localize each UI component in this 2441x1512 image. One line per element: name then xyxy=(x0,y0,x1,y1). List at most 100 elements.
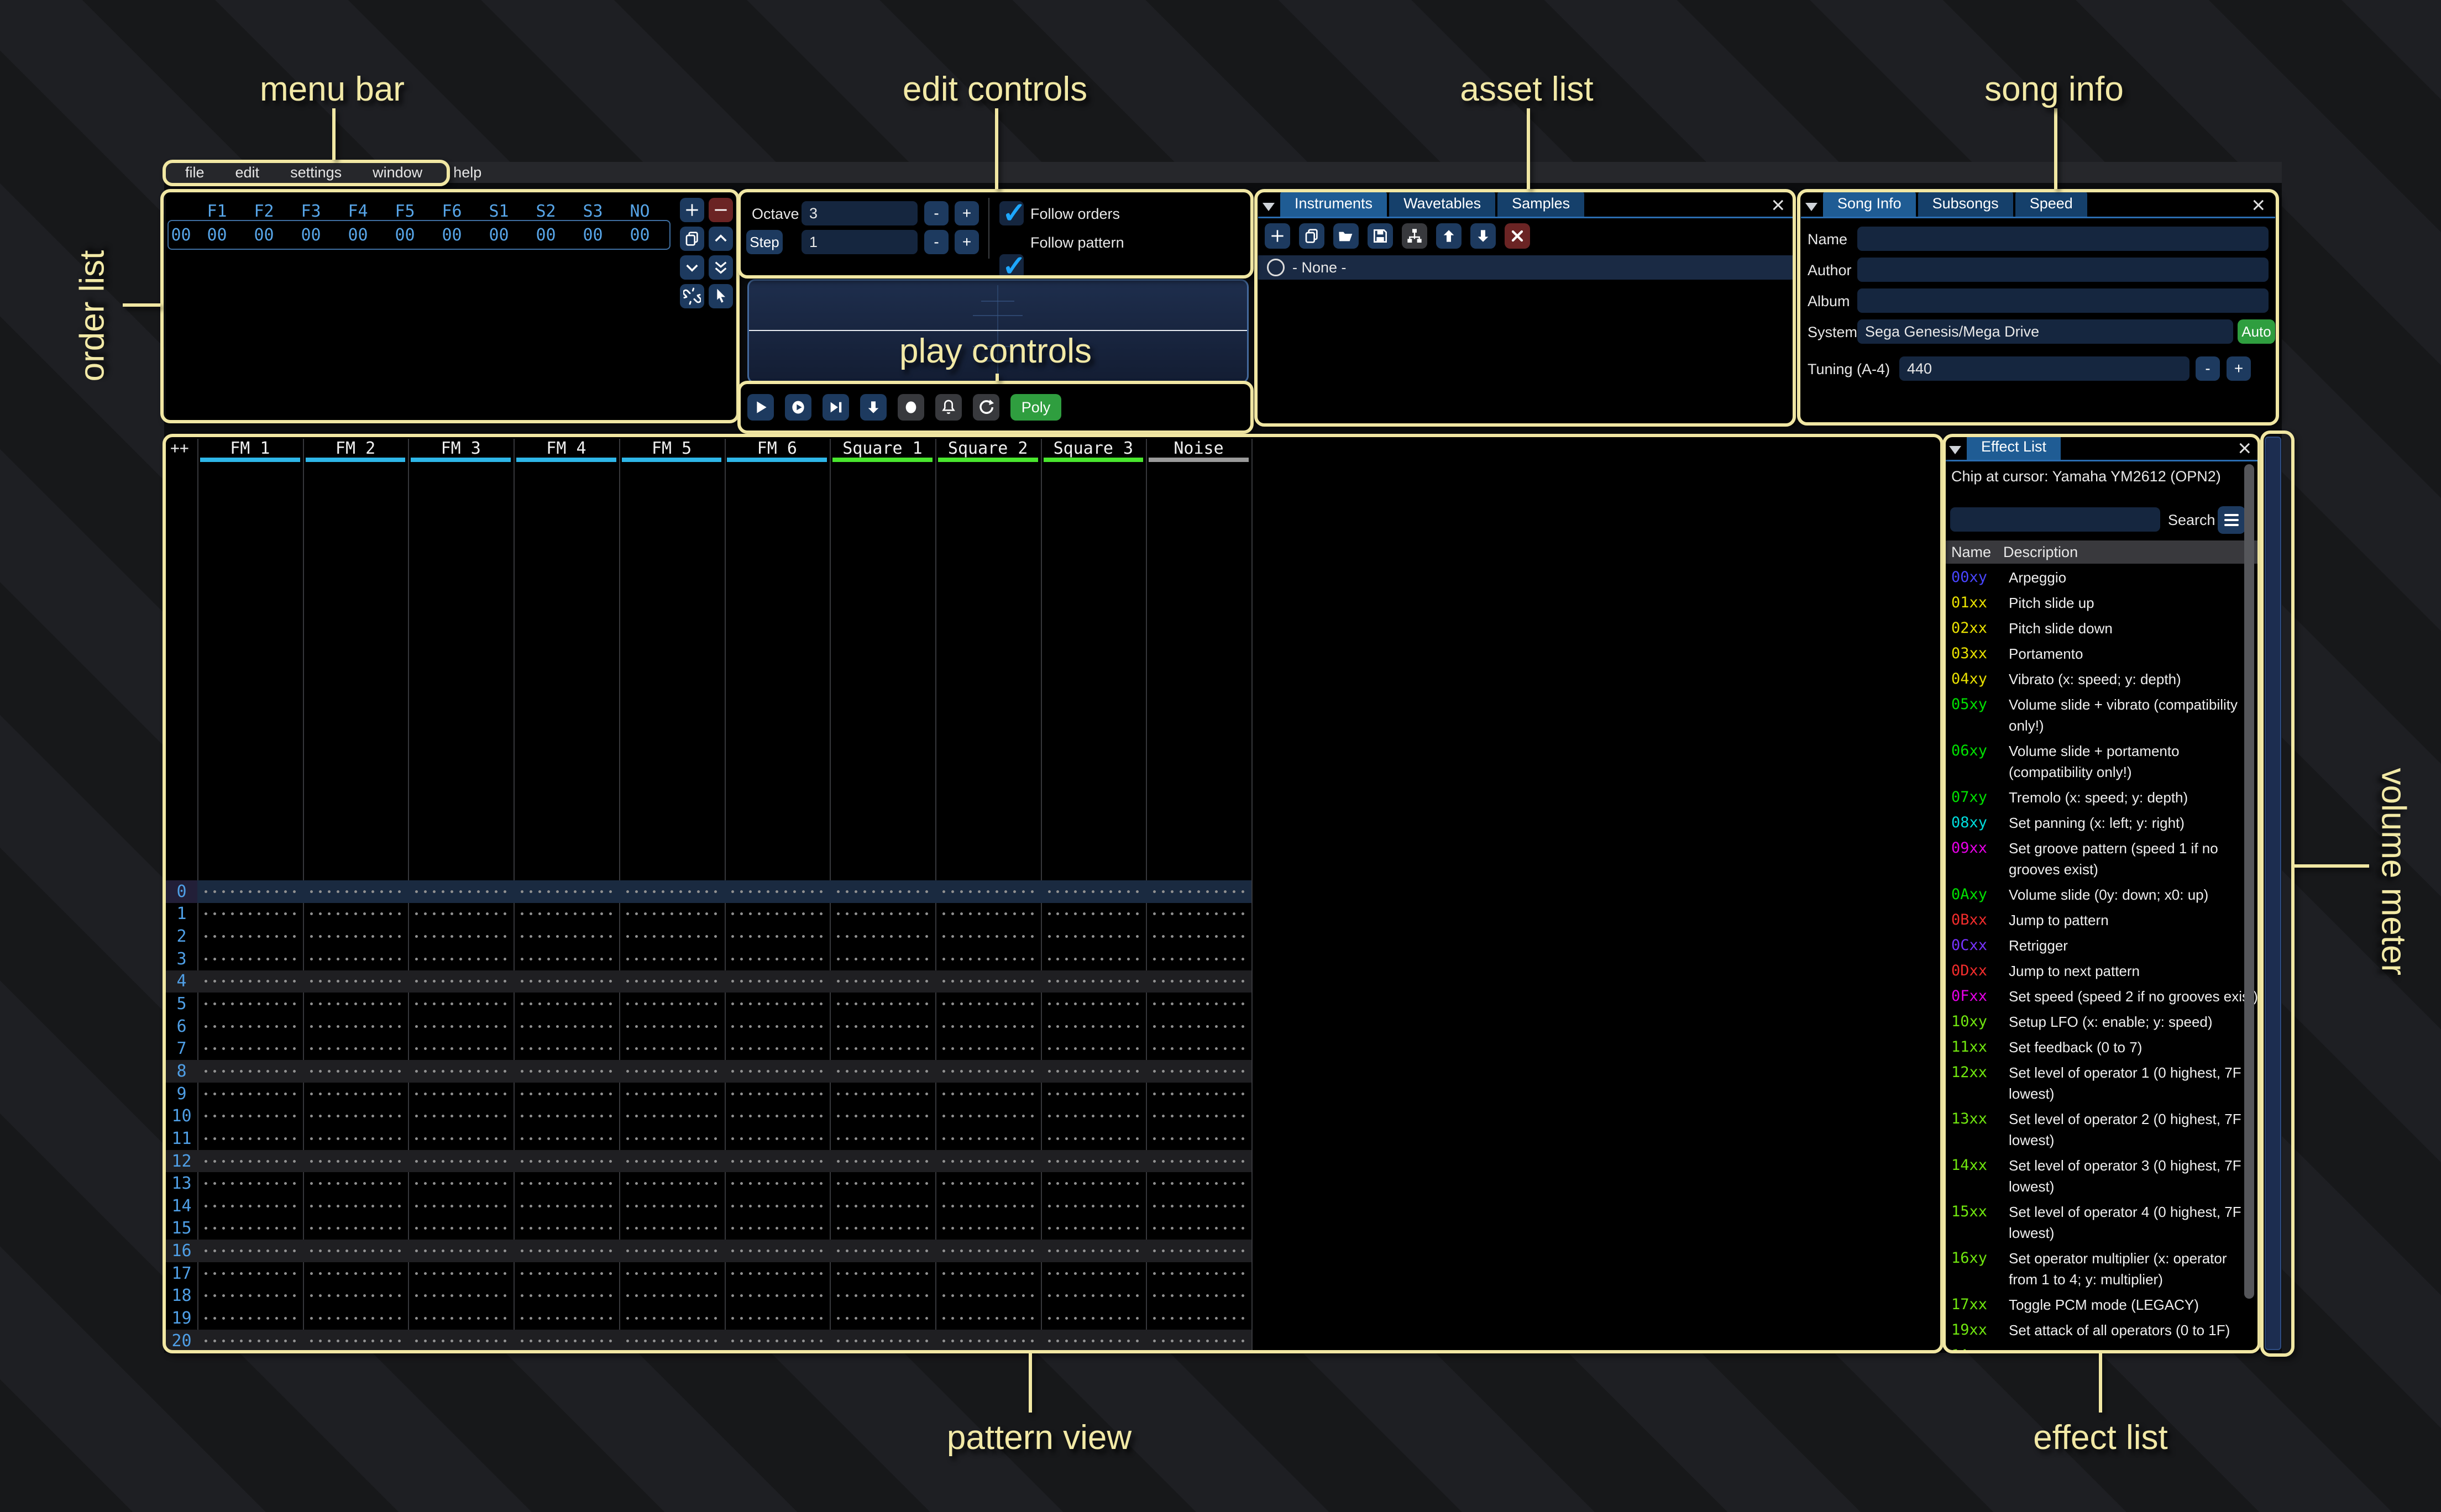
pattern-cell[interactable] xyxy=(935,1150,1041,1173)
pattern-cell[interactable] xyxy=(514,1083,619,1105)
pattern-cell[interactable] xyxy=(935,970,1041,993)
pattern-cell[interactable] xyxy=(303,993,408,1015)
pattern-row[interactable]: 11 xyxy=(166,1127,1251,1150)
pattern-cell[interactable] xyxy=(1041,1127,1146,1150)
channel-header-fm-6[interactable]: FM 6 xyxy=(724,438,830,463)
pattern-cell[interactable] xyxy=(830,1285,935,1308)
pattern-cell[interactable] xyxy=(1041,903,1146,926)
pattern-cell[interactable] xyxy=(514,1060,619,1083)
pattern-cell[interactable] xyxy=(197,1285,303,1308)
pattern-cell[interactable] xyxy=(303,903,408,926)
pattern-row[interactable]: 20 xyxy=(166,1330,1251,1352)
pattern-cell[interactable] xyxy=(830,1172,935,1195)
menu-item-settings[interactable]: settings xyxy=(275,164,357,181)
pattern-cell[interactable] xyxy=(197,903,303,926)
asset-open-button[interactable] xyxy=(1333,223,1359,249)
order-add-button[interactable] xyxy=(680,198,704,222)
pattern-cell[interactable] xyxy=(408,1262,514,1285)
pattern-cell[interactable] xyxy=(197,1105,303,1127)
pattern-cell[interactable] xyxy=(1146,1240,1251,1262)
pattern-cell[interactable] xyxy=(935,1060,1041,1083)
pattern-cell[interactable] xyxy=(514,1150,619,1173)
pattern-cell[interactable] xyxy=(1146,1262,1251,1285)
pattern-cell[interactable] xyxy=(1146,1285,1251,1308)
pattern-cell[interactable] xyxy=(514,1037,619,1060)
order-cell[interactable]: 00 xyxy=(428,225,475,245)
pattern-cell[interactable] xyxy=(408,903,514,926)
pattern-cell[interactable] xyxy=(830,903,935,926)
pattern-cell[interactable] xyxy=(514,1262,619,1285)
pattern-cell[interactable] xyxy=(1041,1285,1146,1308)
effect-row[interactable]: 15xxSet level of operator 4 (0 highest, … xyxy=(1945,1199,2259,1246)
pattern-cell[interactable] xyxy=(197,880,303,903)
pattern-cell[interactable] xyxy=(514,1330,619,1352)
pattern-cell[interactable] xyxy=(830,1217,935,1240)
pattern-cell[interactable] xyxy=(197,970,303,993)
pattern-cell[interactable] xyxy=(830,1037,935,1060)
pattern-cell[interactable] xyxy=(935,1240,1041,1262)
pattern-cell[interactable] xyxy=(724,1127,830,1150)
pattern-cell[interactable] xyxy=(935,925,1041,948)
asset-list-item[interactable]: - None - xyxy=(1258,255,1795,280)
pattern-cell[interactable] xyxy=(1041,1307,1146,1330)
order-duplicate-end-button[interactable] xyxy=(709,255,733,280)
pattern-cell[interactable] xyxy=(197,1060,303,1083)
asset-add-button[interactable] xyxy=(1265,223,1290,249)
pattern-cell[interactable] xyxy=(303,1262,408,1285)
tab-effect-list[interactable]: Effect List xyxy=(1967,437,2061,460)
pattern-cell[interactable] xyxy=(1146,970,1251,993)
pattern-row[interactable]: 3 xyxy=(166,948,1251,970)
pattern-cell[interactable] xyxy=(514,1217,619,1240)
pattern-cell[interactable] xyxy=(830,880,935,903)
pattern-cell[interactable] xyxy=(830,1083,935,1105)
pattern-row[interactable]: 6 xyxy=(166,1015,1251,1038)
song-close-icon[interactable]: × xyxy=(2251,197,2265,213)
tab-speed[interactable]: Speed xyxy=(2015,191,2087,217)
pattern-cell[interactable] xyxy=(724,1060,830,1083)
order-cell[interactable]: 00 xyxy=(475,225,522,245)
pattern-cell[interactable] xyxy=(197,1307,303,1330)
pattern-cell[interactable] xyxy=(724,1105,830,1127)
pattern-cell[interactable] xyxy=(935,1015,1041,1038)
system-auto-button[interactable]: Auto xyxy=(2238,319,2275,344)
asset-folder-view-button[interactable] xyxy=(1402,223,1427,249)
metronome-button[interactable] xyxy=(935,394,962,421)
pattern-cell[interactable] xyxy=(514,970,619,993)
pattern-cell[interactable] xyxy=(303,1240,408,1262)
pattern-cell[interactable] xyxy=(197,1195,303,1217)
pattern-cell[interactable] xyxy=(619,1037,725,1060)
pattern-row[interactable]: 12 xyxy=(166,1150,1251,1173)
menu-item-edit[interactable]: edit xyxy=(220,164,275,181)
pattern-cell[interactable] xyxy=(1041,925,1146,948)
menu-item-file[interactable]: file xyxy=(170,164,220,181)
poly-button[interactable]: Poly xyxy=(1010,394,1061,421)
pattern-cell[interactable] xyxy=(408,1083,514,1105)
pattern-cell[interactable] xyxy=(197,993,303,1015)
pattern-cell[interactable] xyxy=(830,1150,935,1173)
pattern-row[interactable]: 2 xyxy=(166,925,1251,948)
pattern-cell[interactable] xyxy=(197,925,303,948)
pattern-cell[interactable] xyxy=(303,1172,408,1195)
order-move-up-button[interactable] xyxy=(709,227,733,251)
pattern-cell[interactable] xyxy=(303,1060,408,1083)
pattern-cell[interactable] xyxy=(724,1285,830,1308)
pattern-cell[interactable] xyxy=(830,1330,935,1352)
channel-header-fm-5[interactable]: FM 5 xyxy=(619,438,725,463)
pattern-cell[interactable] xyxy=(619,925,725,948)
pattern-cell[interactable] xyxy=(619,1307,725,1330)
pattern-cell[interactable] xyxy=(724,993,830,1015)
channel-header-fm-3[interactable]: FM 3 xyxy=(408,438,514,463)
order-cell[interactable]: 00 xyxy=(616,225,663,245)
pattern-cell[interactable] xyxy=(935,903,1041,926)
pattern-cell[interactable] xyxy=(514,1015,619,1038)
pattern-cell[interactable] xyxy=(724,1083,830,1105)
pattern-cell[interactable] xyxy=(514,925,619,948)
pattern-cell[interactable] xyxy=(1041,970,1146,993)
pattern-cell[interactable] xyxy=(408,1037,514,1060)
pattern-cell[interactable] xyxy=(619,1195,725,1217)
pattern-row[interactable]: 14 xyxy=(166,1195,1251,1217)
pattern-cell[interactable] xyxy=(1041,948,1146,970)
pattern-cell[interactable] xyxy=(619,1262,725,1285)
pattern-cell[interactable] xyxy=(1041,1172,1146,1195)
pattern-cell[interactable] xyxy=(408,1172,514,1195)
